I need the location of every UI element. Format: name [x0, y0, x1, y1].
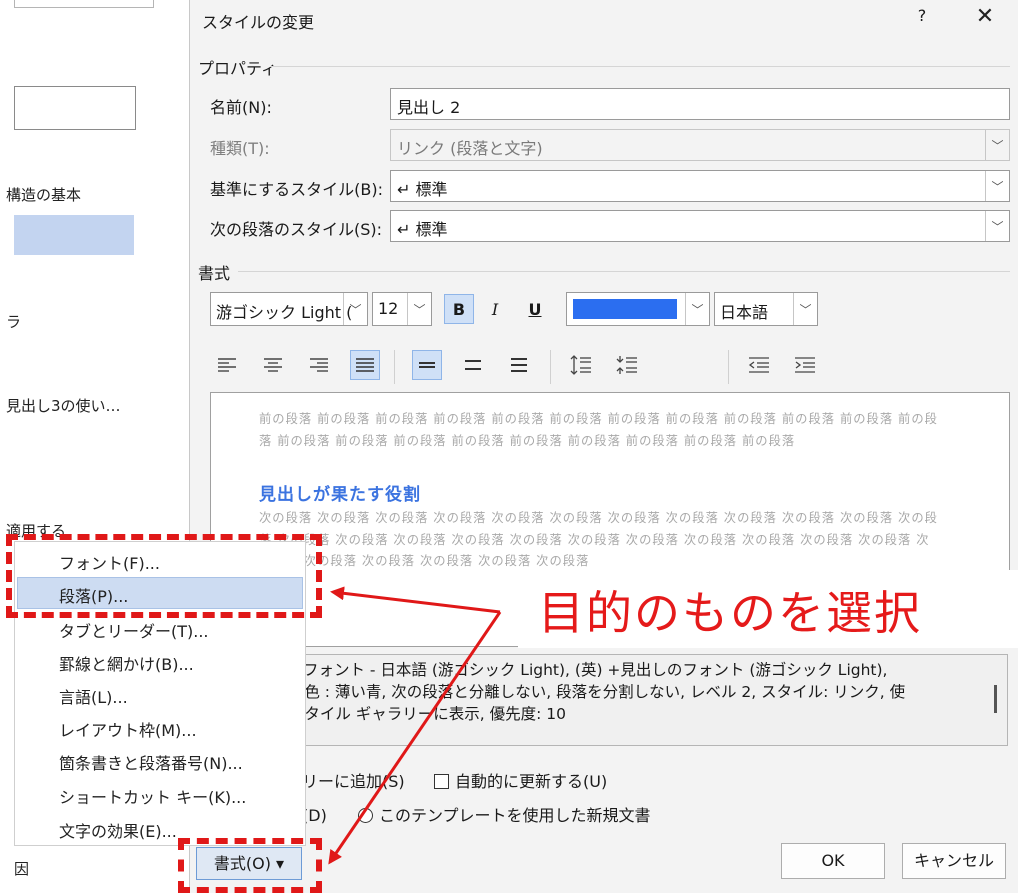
annotation-arrow [330, 586, 501, 614]
annotation-arrows [328, 586, 502, 865]
annotation-arrow [328, 611, 502, 865]
